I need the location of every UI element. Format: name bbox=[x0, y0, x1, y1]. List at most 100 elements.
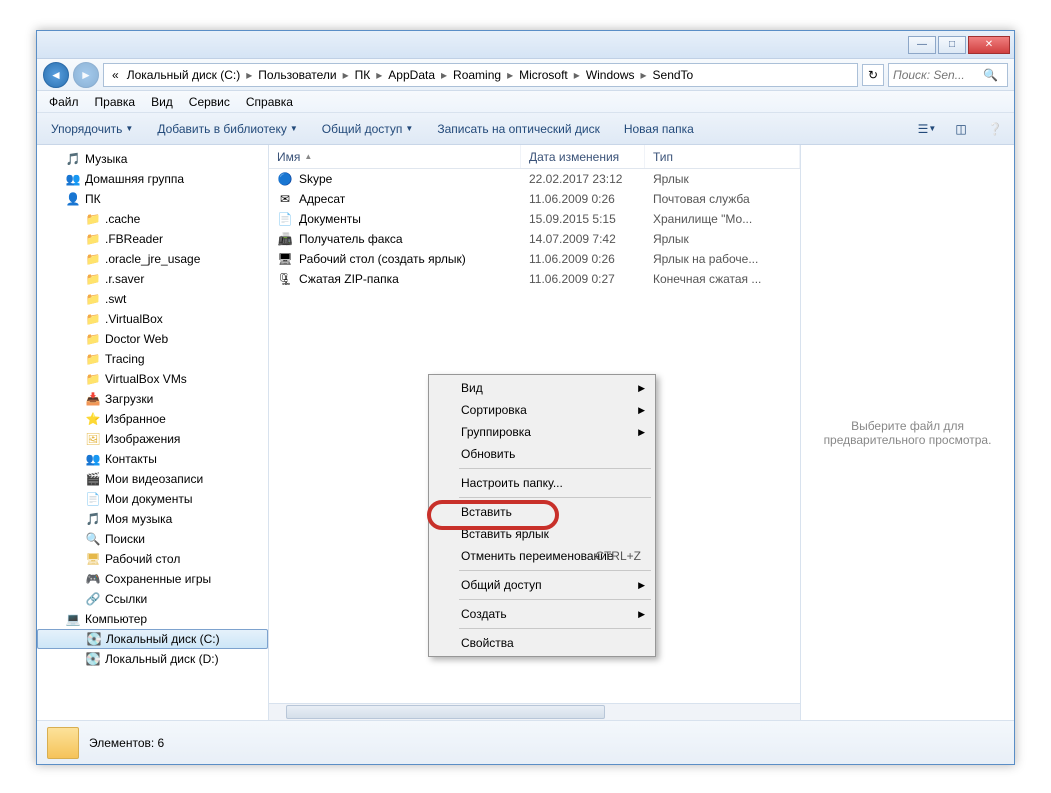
ctx-group[interactable]: Группировка▶ bbox=[431, 421, 653, 443]
organize-button[interactable]: Упорядочить▼ bbox=[45, 118, 139, 140]
tree-item[interactable]: 🎵Моя музыка bbox=[37, 509, 268, 529]
ctx-create[interactable]: Создать▶ bbox=[431, 603, 653, 625]
tree-item[interactable]: 💽Локальный диск (D:) bbox=[37, 649, 268, 669]
breadcrumb-prefix: « bbox=[108, 68, 123, 82]
column-headers: Имя▲ Дата изменения Тип bbox=[269, 145, 800, 169]
tree-label: ПК bbox=[85, 192, 101, 206]
item-icon: 📁 bbox=[85, 351, 101, 367]
item-icon: ⭐ bbox=[85, 411, 101, 427]
add-library-button[interactable]: Добавить в библиотеку▼ bbox=[151, 118, 303, 140]
tree-item[interactable]: 👥Контакты bbox=[37, 449, 268, 469]
ctx-share[interactable]: Общий доступ▶ bbox=[431, 574, 653, 596]
item-icon: 💽 bbox=[85, 651, 101, 667]
tree-item[interactable]: 📁.swt bbox=[37, 289, 268, 309]
menubar: Файл Правка Вид Сервис Справка bbox=[37, 91, 1014, 113]
navigation-tree[interactable]: 🎵Музыка👥Домашняя группа👤ПК📁.cache📁.FBRea… bbox=[37, 145, 269, 720]
column-name[interactable]: Имя▲ bbox=[269, 145, 521, 168]
column-date[interactable]: Дата изменения bbox=[521, 145, 645, 168]
tree-item[interactable]: 📁.oracle_jre_usage bbox=[37, 249, 268, 269]
tree-label: Контакты bbox=[105, 452, 157, 466]
tree-item[interactable]: 👥Домашняя группа bbox=[37, 169, 268, 189]
ctx-customize[interactable]: Настроить папку... bbox=[431, 472, 653, 494]
breadcrumb-item[interactable]: Microsoft bbox=[515, 68, 572, 82]
column-type[interactable]: Тип bbox=[645, 145, 800, 168]
breadcrumb-item[interactable]: Windows bbox=[582, 68, 639, 82]
file-row[interactable]: 🗜Сжатая ZIP-папка11.06.2009 0:27Конечная… bbox=[269, 269, 800, 289]
tree-item[interactable]: 📁Tracing bbox=[37, 349, 268, 369]
refresh-icon: ↻ bbox=[868, 68, 878, 82]
tree-item[interactable]: 👤ПК bbox=[37, 189, 268, 209]
menu-view[interactable]: Вид bbox=[143, 93, 181, 111]
tree-item[interactable]: 📄Мои документы bbox=[37, 489, 268, 509]
file-date: 11.06.2009 0:26 bbox=[521, 192, 645, 206]
search-box[interactable]: 🔍 bbox=[888, 63, 1008, 87]
breadcrumb-item[interactable]: AppData bbox=[384, 68, 439, 82]
file-row[interactable]: 📄Документы15.09.2015 5:15Хранилище "Мо..… bbox=[269, 209, 800, 229]
separator bbox=[459, 628, 651, 629]
tree-item[interactable]: 🖥Рабочий стол bbox=[37, 549, 268, 569]
item-icon: 📁 bbox=[85, 311, 101, 327]
file-row[interactable]: 🖥Рабочий стол (создать ярлык)11.06.2009 … bbox=[269, 249, 800, 269]
ctx-undo[interactable]: Отменить переименованиеCTRL+Z bbox=[431, 545, 653, 567]
breadcrumb-item[interactable]: ПК bbox=[351, 68, 375, 82]
file-date: 15.09.2015 5:15 bbox=[521, 212, 645, 226]
chevron-right-icon: ▸ bbox=[639, 68, 649, 82]
tree-item[interactable]: 🎵Музыка bbox=[37, 149, 268, 169]
tree-item[interactable]: 📁.FBReader bbox=[37, 229, 268, 249]
scrollbar-thumb[interactable] bbox=[286, 705, 605, 719]
file-row[interactable]: 📠Получатель факса14.07.2009 7:42Ярлык bbox=[269, 229, 800, 249]
close-button[interactable]: ✕ bbox=[968, 36, 1010, 54]
help-button[interactable]: ❔ bbox=[984, 118, 1006, 140]
tree-item[interactable]: 📁.r.saver bbox=[37, 269, 268, 289]
ctx-sort[interactable]: Сортировка▶ bbox=[431, 399, 653, 421]
menu-file[interactable]: Файл bbox=[41, 93, 87, 111]
tree-item[interactable]: 📁Doctor Web bbox=[37, 329, 268, 349]
file-row[interactable]: ✉Адресат11.06.2009 0:26Почтовая служба bbox=[269, 189, 800, 209]
tree-label: .FBReader bbox=[105, 232, 163, 246]
file-row[interactable]: 🔵Skype22.02.2017 23:12Ярлык bbox=[269, 169, 800, 189]
menu-edit[interactable]: Правка bbox=[87, 93, 144, 111]
ctx-paste-shortcut[interactable]: Вставить ярлык bbox=[431, 523, 653, 545]
tree-item[interactable]: ⭐Избранное bbox=[37, 409, 268, 429]
burn-button[interactable]: Записать на оптический диск bbox=[431, 118, 606, 140]
horizontal-scrollbar[interactable] bbox=[269, 703, 800, 720]
tree-item[interactable]: 💻Компьютер bbox=[37, 609, 268, 629]
tree-item[interactable]: 🔍Поиски bbox=[37, 529, 268, 549]
tree-item[interactable]: 🔗Ссылки bbox=[37, 589, 268, 609]
ctx-properties[interactable]: Свойства bbox=[431, 632, 653, 654]
menu-tools[interactable]: Сервис bbox=[181, 93, 238, 111]
item-icon: 📁 bbox=[85, 331, 101, 347]
back-button[interactable]: ◄ bbox=[43, 62, 69, 88]
breadcrumb-item[interactable]: Roaming bbox=[449, 68, 505, 82]
breadcrumb-item[interactable]: SendTo bbox=[649, 68, 698, 82]
shortcut-label: CTRL+Z bbox=[595, 549, 641, 563]
toolbar: Упорядочить▼ Добавить в библиотеку▼ Общи… bbox=[37, 113, 1014, 145]
list-icon: ☰ bbox=[918, 122, 929, 136]
preview-pane-button[interactable]: ◫ bbox=[950, 118, 972, 140]
tree-item[interactable]: 🖼Изображения bbox=[37, 429, 268, 449]
ctx-refresh[interactable]: Обновить bbox=[431, 443, 653, 465]
search-input[interactable] bbox=[893, 68, 983, 82]
tree-item[interactable]: 🎬Мои видеозаписи bbox=[37, 469, 268, 489]
tree-item[interactable]: 📁VirtualBox VMs bbox=[37, 369, 268, 389]
menu-help[interactable]: Справка bbox=[238, 93, 301, 111]
minimize-button[interactable]: — bbox=[908, 36, 936, 54]
breadcrumb-item[interactable]: Пользователи bbox=[254, 68, 340, 82]
tree-item[interactable]: 📥Загрузки bbox=[37, 389, 268, 409]
view-options-button[interactable]: ☰▼ bbox=[916, 118, 938, 140]
tree-item[interactable]: 📁.cache bbox=[37, 209, 268, 229]
new-folder-button[interactable]: Новая папка bbox=[618, 118, 700, 140]
ctx-view[interactable]: Вид▶ bbox=[431, 377, 653, 399]
panel-icon: ◫ bbox=[955, 122, 966, 136]
chevron-right-icon: ▶ bbox=[638, 580, 645, 591]
share-button[interactable]: Общий доступ▼ bbox=[316, 118, 420, 140]
tree-item[interactable]: 💽Локальный диск (C:) bbox=[37, 629, 268, 649]
breadcrumb[interactable]: « Локальный диск (C:)▸ Пользователи▸ ПК▸… bbox=[103, 63, 858, 87]
ctx-paste[interactable]: Вставить bbox=[431, 501, 653, 523]
forward-button[interactable]: ► bbox=[73, 62, 99, 88]
breadcrumb-item[interactable]: Локальный диск (C:) bbox=[123, 68, 245, 82]
refresh-button[interactable]: ↻ bbox=[862, 64, 884, 86]
tree-item[interactable]: 🎮Сохраненные игры bbox=[37, 569, 268, 589]
maximize-button[interactable]: □ bbox=[938, 36, 966, 54]
tree-item[interactable]: 📁.VirtualBox bbox=[37, 309, 268, 329]
